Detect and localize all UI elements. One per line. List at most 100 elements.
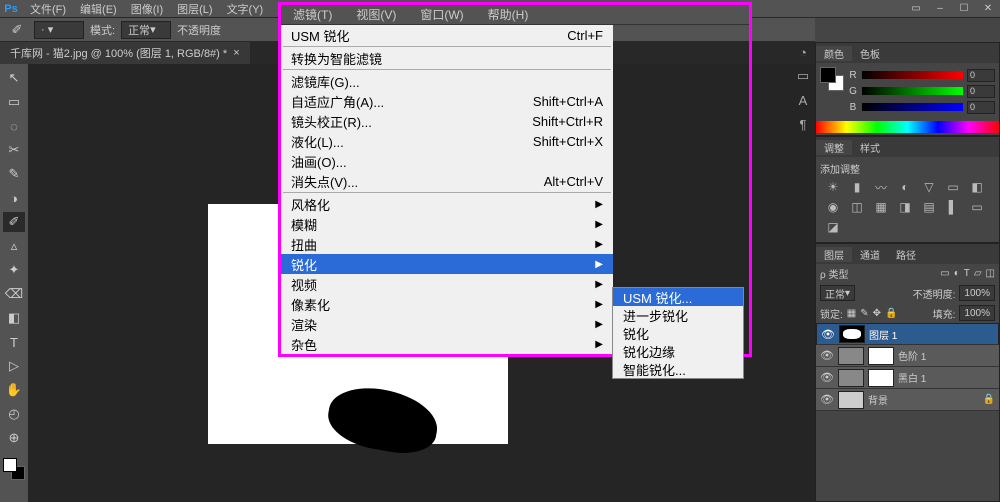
layer-filter-icon[interactable]: ▱ <box>974 268 982 279</box>
document-tab-close-icon[interactable]: × <box>233 47 239 59</box>
menu-item-lens-correction[interactable]: 镜头校正(R)...Shift+Ctrl+R <box>281 111 613 131</box>
submenu-item-usm-sharpen[interactable]: USM 锐化... <box>613 288 743 306</box>
opacity-value[interactable]: 100% <box>959 285 995 301</box>
adj-brightness-icon[interactable]: ☀ <box>824 180 842 194</box>
menu-image[interactable]: 图像(I) <box>125 1 169 17</box>
tool-rotate[interactable]: ◴ <box>3 404 25 424</box>
menu-file[interactable]: 文件(F) <box>24 1 72 17</box>
tab-styles[interactable]: 样式 <box>852 140 888 155</box>
menu-item-video[interactable]: 视频▶ <box>281 274 613 294</box>
menu-item-blur[interactable]: 模糊▶ <box>281 214 613 234</box>
submenu-item-sharpen[interactable]: 锐化 <box>613 324 743 342</box>
adj-hue-icon[interactable]: ▭ <box>944 180 962 194</box>
tab-paths[interactable]: 路径 <box>888 247 924 262</box>
layer-row[interactable]: 👁 色阶 1 <box>816 345 999 367</box>
b-slider[interactable] <box>862 103 963 111</box>
layer-thumb[interactable] <box>838 369 864 387</box>
color-swatch-pair[interactable] <box>820 67 844 91</box>
adj-threshold-icon[interactable]: ▌ <box>944 200 962 214</box>
visibility-icon[interactable]: 👁 <box>820 393 834 406</box>
document-tab[interactable]: 千库网 - 猫2.jpg @ 100% (图层 1, RGB/8#) * × <box>0 42 250 64</box>
r-value[interactable]: 0 <box>967 69 995 82</box>
menu-window[interactable]: 窗口(W) <box>408 6 475 23</box>
menu-item-pixelate[interactable]: 像素化▶ <box>281 294 613 314</box>
adj-invert-icon[interactable]: ◨ <box>896 200 914 214</box>
foreground-background-swatch[interactable] <box>3 458 25 480</box>
tool-marquee[interactable]: ▭ <box>3 92 25 112</box>
visibility-icon[interactable]: 👁 <box>820 371 834 384</box>
layer-filter-icon[interactable]: ◫ <box>986 268 995 279</box>
fill-value[interactable]: 100% <box>959 305 995 321</box>
menu-item-last-filter[interactable]: USM 锐化Ctrl+F <box>281 25 613 45</box>
b-value[interactable]: 0 <box>967 101 995 114</box>
tab-adjustments[interactable]: 调整 <box>816 140 852 155</box>
tool-path[interactable]: ▷ <box>3 356 25 376</box>
layer-filter-icon[interactable]: T <box>964 268 970 279</box>
lock-all-icon[interactable]: 🔒 <box>885 308 897 319</box>
layer-thumb[interactable] <box>838 347 864 365</box>
menu-item-render[interactable]: 渲染▶ <box>281 314 613 334</box>
adj-gradient-map-icon[interactable]: ▭ <box>968 200 986 214</box>
tab-layers[interactable]: 图层 <box>816 247 852 262</box>
layer-name[interactable]: 色阶 1 <box>898 348 926 363</box>
layer-thumb[interactable] <box>838 391 864 409</box>
collapsed-panel-icon[interactable]: A <box>792 90 814 110</box>
hue-strip[interactable] <box>816 121 999 133</box>
window-close-icon[interactable]: ✕ <box>976 1 1000 17</box>
tool-stamp[interactable]: ▵ <box>3 236 25 256</box>
tool-move[interactable]: ↖ <box>3 68 25 88</box>
menu-item-smart-filter[interactable]: 转换为智能滤镜 <box>281 48 613 68</box>
brush-size-select[interactable]: · ▾ <box>34 21 84 39</box>
adj-levels-icon[interactable]: ▮ <box>848 180 866 194</box>
mode-select[interactable]: 正常 ▾ <box>121 21 171 39</box>
menu-edit[interactable]: 编辑(E) <box>74 1 123 17</box>
adj-curves-icon[interactable]: 〰 <box>872 180 890 194</box>
collapsed-panel-icon[interactable]: ◔ <box>792 42 814 62</box>
layer-row[interactable]: 👁 图层 1 <box>816 323 999 345</box>
tool-eraser[interactable]: ⌫ <box>3 284 25 304</box>
adj-exposure-icon[interactable]: ◐ <box>896 180 914 194</box>
adj-channel-mixer-icon[interactable]: ◫ <box>848 200 866 214</box>
g-slider[interactable] <box>862 87 963 95</box>
window-minimize-icon[interactable]: – <box>928 1 952 17</box>
menu-item-oil-paint[interactable]: 油画(O)... <box>281 151 613 171</box>
layer-filter-icon[interactable]: ▭ <box>940 268 949 279</box>
tool-eyedropper[interactable]: ✎ <box>3 164 25 184</box>
submenu-item-smart-sharpen[interactable]: 智能锐化... <box>613 360 743 378</box>
tab-color[interactable]: 颜色 <box>816 46 852 61</box>
submenu-item-sharpen-more[interactable]: 进一步锐化 <box>613 306 743 324</box>
layer-name[interactable]: 图层 1 <box>869 327 897 342</box>
adj-lookup-icon[interactable]: ▦ <box>872 200 890 214</box>
menu-help[interactable]: 帮助(H) <box>476 6 541 23</box>
menu-type[interactable]: 文字(Y) <box>221 1 270 17</box>
tool-type[interactable]: T <box>3 332 25 352</box>
layer-mask-thumb[interactable] <box>868 369 894 387</box>
menu-view[interactable]: 视图(V) <box>344 6 408 23</box>
menu-layer[interactable]: 图层(L) <box>171 1 218 17</box>
collapsed-panel-icon[interactable]: ▭ <box>792 66 814 86</box>
lock-paint-icon[interactable]: ✎ <box>860 308 868 319</box>
tab-swatches[interactable]: 色板 <box>852 46 888 61</box>
layer-mask-thumb[interactable] <box>868 347 894 365</box>
layer-row[interactable]: 👁 背景 🔒 <box>816 389 999 411</box>
lock-pos-icon[interactable]: ✥ <box>873 308 881 319</box>
submenu-item-sharpen-edges[interactable]: 锐化边缘 <box>613 342 743 360</box>
menu-item-noise[interactable]: 杂色▶ <box>281 334 613 354</box>
g-value[interactable]: 0 <box>967 85 995 98</box>
menu-item-stylize[interactable]: 风格化▶ <box>281 194 613 214</box>
menu-filter[interactable]: 滤镜(T) <box>281 6 344 23</box>
menu-item-sharpen[interactable]: 锐化▶ <box>281 254 613 274</box>
layer-thumb[interactable] <box>839 325 865 343</box>
layer-name[interactable]: 黑白 1 <box>898 370 926 385</box>
fg-swatch[interactable] <box>820 67 836 83</box>
tool-crop[interactable]: ✂ <box>3 140 25 160</box>
adj-bw-icon[interactable]: ◧ <box>968 180 986 194</box>
visibility-icon[interactable]: 👁 <box>820 349 834 362</box>
adj-vibrance-icon[interactable]: ▽ <box>920 180 938 194</box>
menu-item-liquify[interactable]: 液化(L)...Shift+Ctrl+X <box>281 131 613 151</box>
layer-row[interactable]: 👁 黑白 1 <box>816 367 999 389</box>
tool-zoom[interactable]: ⊕ <box>3 428 25 448</box>
menu-item-adaptive-wide[interactable]: 自适应广角(A)...Shift+Ctrl+A <box>281 91 613 111</box>
tool-lasso[interactable]: ◌ <box>3 116 25 136</box>
window-extra-icon[interactable]: ▭ <box>904 1 928 17</box>
